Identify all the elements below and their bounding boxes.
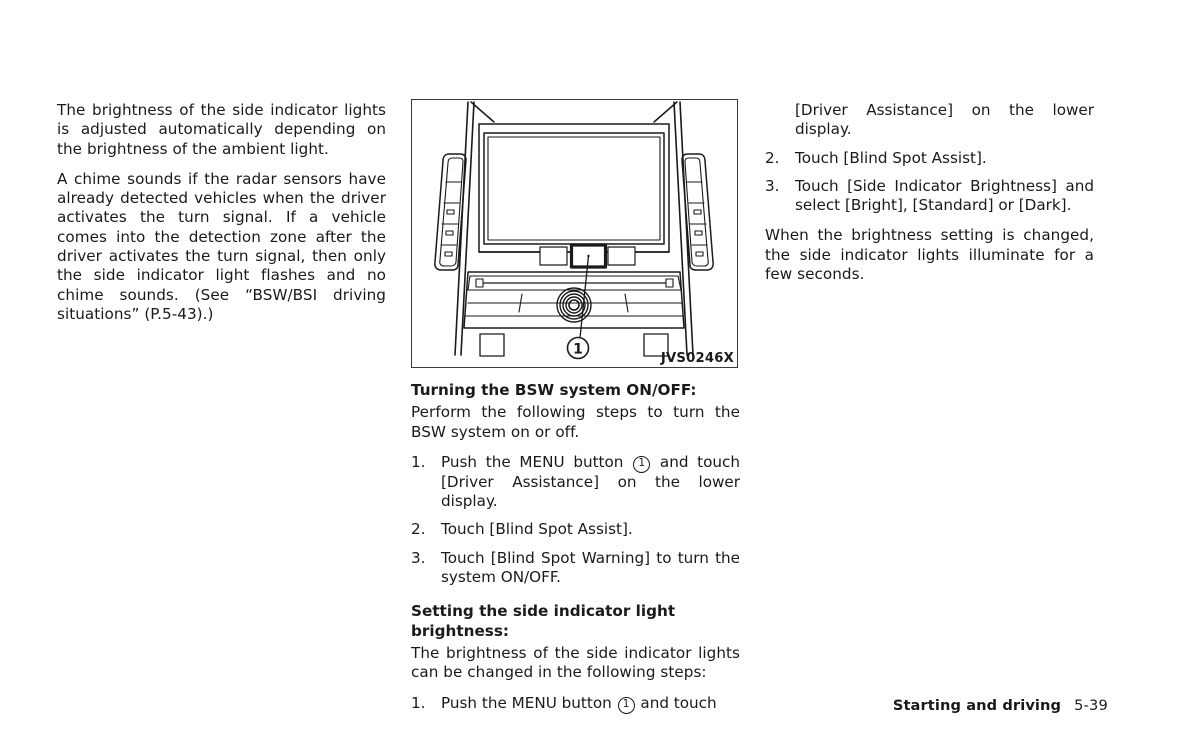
paragraph-brightness-auto: The brightness of the side indicator lig… [57,101,386,158]
steps-list-bsw-onoff: 1. Push the MENU button 1 and touch [Dri… [411,453,740,587]
middle-column: Turning the BSW system ON/OFF: Perform t… [411,381,740,714]
footer-section-title: Starting and driving [892,697,1062,714]
step-number: 2. [765,148,780,167]
step-text: Touch [Side Indicator Brightness] and se… [795,176,1094,215]
list-item: 2. Touch [Blind Spot Assist]. [411,520,740,539]
step-number: 3. [411,548,426,567]
paragraph-brightness-closing: When the brightness setting is changed, … [765,226,1094,284]
list-item: 2. Touch [Blind Spot Assist]. [765,149,1094,168]
step-text: Touch [Blind Spot Warning] to turn the s… [441,548,740,587]
step-text: Push the MENU button 1 and touch [441,694,740,714]
step-number: 1. [411,452,426,471]
step-number: 2. [411,520,426,539]
list-item: 1. Push the MENU button 1 and touch [Dri… [411,453,740,512]
left-column: The brightness of the side indicator lig… [57,101,386,324]
list-item: 1. Push the MENU button 1 and touch [411,694,740,714]
paragraph-bsw-intro: Perform the following steps to turn the … [411,403,740,441]
step-text-after: and touch [640,693,717,712]
paragraph-brightness-intro: The brightness of the side indicator lig… [411,643,740,682]
figure-callout-1: 1 [566,336,590,360]
circled-number-icon: 1 [633,455,651,473]
figure-callout-label: 1 [573,342,583,358]
step-number: 1. [411,693,426,712]
console-diagram-svg: 1 [434,101,714,360]
heading-setting-side-indicator-brightness: Setting the side indicator light brightn… [411,602,676,640]
page-footer: Starting and driving 5-39 [893,697,1108,714]
step-text: [Driver Assistance] on the lower display… [795,101,1094,139]
list-item: 3. Touch [Side Indicator Brightness] and… [765,177,1094,216]
figure-caption: JVS0246X [660,351,734,366]
console-illustration: 1 JVS0246X [411,99,738,368]
circled-number-icon: 1 [617,696,635,714]
paragraph-chime-behavior: A chime sounds if the radar sensors have… [57,169,386,323]
steps-list-brightness: 1. Push the MENU button 1 and touch [411,694,740,714]
step-text-before: Push the MENU button [441,452,624,471]
heading-turning-bsw-on-off: Turning the BSW system ON/OFF: [411,381,697,399]
list-item: [Driver Assistance] on the lower display… [765,101,1094,140]
step-text: Push the MENU button 1 and touch [Driver… [441,453,740,512]
step-text-before: Push the MENU button [441,693,612,712]
steps-list-brightness-continued: [Driver Assistance] on the lower display… [765,101,1094,215]
list-item: 3. Touch [Blind Spot Warning] to turn th… [411,549,740,588]
console-button-right [607,246,636,266]
manual-page: The brightness of the side indicator lig… [0,0,1200,741]
footer-page-number: 5-39 [1074,697,1108,714]
console-button-left [539,246,568,266]
step-text: Touch [Blind Spot Assist]. [441,520,633,539]
step-text: Touch [Blind Spot Assist]. [795,148,987,167]
step-number: 3. [765,176,780,195]
right-column: [Driver Assistance] on the lower display… [765,101,1094,284]
